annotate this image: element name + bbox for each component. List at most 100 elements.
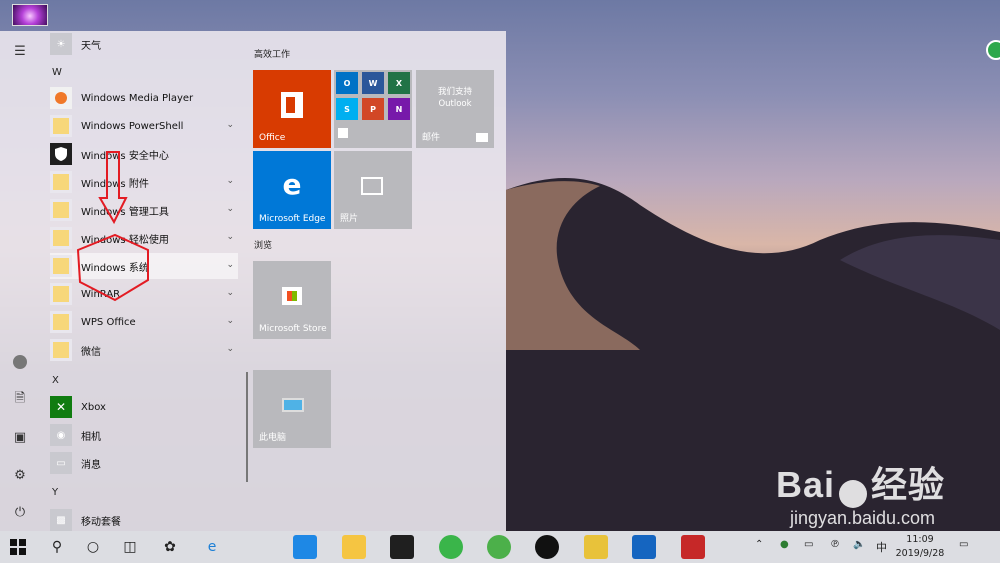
app-windows-ease-of-access[interactable]: Windows 轻松使用 ⌄ [50, 225, 238, 251]
shield-icon [50, 143, 72, 165]
tile-microsoft-edge[interactable]: e Microsoft Edge [253, 151, 331, 229]
app-label: Xbox [81, 401, 106, 413]
mail-promo-line1: 我们支持 [437, 87, 472, 97]
letter-header-w[interactable]: W [52, 67, 62, 78]
system-clock[interactable]: 11:09 2019/9/28 [893, 533, 947, 561]
power-icon[interactable]: ⏻ [10, 502, 30, 522]
tile-office-apps[interactable]: O W X S P N [334, 70, 412, 148]
weather-icon: ☀ [50, 33, 72, 55]
app-label: 消息 [81, 459, 101, 471]
chevron-down-icon: ⌄ [226, 204, 234, 214]
tray-app-icon[interactable]: ● [780, 539, 789, 550]
scrollbar[interactable] [246, 372, 248, 482]
tile-this-pc[interactable]: 此电脑 [253, 370, 331, 448]
tile-microsoft-store[interactable]: Microsoft Store [253, 261, 331, 339]
app-windows-accessories[interactable]: Windows 附件 ⌄ [50, 169, 238, 195]
app-windows-admin-tools[interactable]: Windows 管理工具 ⌄ [50, 197, 238, 223]
wifi-icon[interactable]: ℗ [830, 539, 840, 550]
tile-office[interactable]: Office [253, 70, 331, 148]
app-windows-system[interactable]: Windows 系统 ⌄ [50, 253, 238, 279]
tile-label: Microsoft Store [259, 324, 327, 334]
outlook-icon[interactable]: O [336, 72, 358, 94]
pinwheel-app-icon[interactable]: ✿ [157, 535, 183, 559]
app-wps-office[interactable]: WPS Office ⌄ [50, 309, 238, 335]
pictures-icon[interactable]: ▣ [10, 427, 30, 447]
app-camera[interactable]: ◉ 相机 [50, 422, 238, 448]
computer-icon [282, 398, 304, 412]
onenote-icon[interactable]: N [388, 98, 410, 120]
baidu-watermark: Bai 经验 jingyan.baidu.com [776, 456, 945, 529]
green-browser-icon[interactable] [439, 535, 463, 559]
hamburger-menu-icon[interactable]: ☰ [10, 41, 30, 61]
tile-label: 此电脑 [259, 433, 287, 443]
app-windows-powershell[interactable]: Windows PowerShell ⌄ [50, 113, 238, 139]
app-label: Windows 系统 [81, 262, 149, 274]
red-app-icon[interactable] [681, 535, 705, 559]
watermark-url: jingyan.baidu.com [789, 508, 936, 529]
excel-icon[interactable]: X [388, 72, 410, 94]
cortana-icon[interactable]: ○ [80, 535, 106, 559]
app-windows-security[interactable]: Windows 安全中心 [50, 141, 238, 167]
notifications-icon[interactable]: ▭ [959, 539, 968, 550]
taskbar: ⚲ ○ ◫ ✿ e ⌃ ● ▭ ℗ 🔈 中 11:09 2019/9/28 ▭ [0, 531, 1000, 563]
tile-group-title[interactable]: 浏览 [254, 238, 272, 251]
show-hidden-icons-chevron-icon[interactable]: ⌃ [755, 539, 763, 550]
folder-icon [50, 115, 72, 137]
app-label: Windows 轻松使用 [81, 234, 169, 246]
office-lens-icon[interactable] [338, 128, 348, 138]
app-label: Windows 管理工具 [81, 206, 169, 218]
edge-taskbar-icon[interactable] [293, 535, 317, 559]
start-left-rail: ☰ 🗎 ▣ ⚙ ⏻ [0, 31, 40, 531]
internet-explorer-icon[interactable]: e [199, 535, 225, 559]
media-player-icon [50, 87, 72, 109]
skype-icon[interactable]: S [336, 98, 358, 120]
folder-icon [50, 339, 72, 361]
tile-group-title[interactable]: 高效工作 [254, 47, 290, 60]
app-mobile-plans[interactable]: ▩ 移动套餐 [50, 507, 238, 531]
floating-badge-icon[interactable] [986, 40, 1000, 60]
task-view-icon[interactable]: ◫ [117, 535, 143, 559]
user-account-icon[interactable] [10, 352, 30, 372]
yellow-app-icon[interactable] [584, 535, 608, 559]
camera-icon: ◉ [50, 424, 72, 446]
letter-header-x[interactable]: X [52, 375, 59, 386]
app-wechat[interactable]: 微信 ⌄ [50, 337, 238, 363]
app-label: WinRAR [81, 288, 121, 300]
tile-photos[interactable]: 照片 [334, 151, 412, 229]
tile-mail[interactable]: 我们支持 Outlook 邮件 [416, 70, 494, 148]
settings-gear-icon[interactable]: ⚙ [10, 465, 30, 485]
search-icon[interactable]: ⚲ [44, 535, 70, 559]
documents-icon[interactable]: 🗎 [10, 390, 30, 410]
letter-header-y[interactable]: Y [52, 487, 58, 498]
app-winrar[interactable]: WinRAR ⌄ [50, 281, 238, 307]
paw-icon [838, 480, 867, 509]
store-taskbar-icon[interactable] [390, 535, 414, 559]
word-icon[interactable]: W [362, 72, 384, 94]
folder-icon [50, 283, 72, 305]
qq-icon[interactable] [535, 535, 559, 559]
app-xbox[interactable]: ✕ Xbox [50, 394, 238, 420]
powerpoint-icon[interactable]: P [362, 98, 384, 120]
mobile-plan-icon: ▩ [50, 509, 72, 531]
tile-label: Office [259, 133, 286, 143]
folder-icon [50, 171, 72, 193]
tile-area: 高效工作 Office O W X S P N 我们支持 Outlook 邮件 … [252, 31, 506, 531]
desktop-shortcut-icon[interactable] [12, 4, 48, 26]
folder-icon [50, 311, 72, 333]
file-explorer-icon[interactable] [342, 535, 366, 559]
app-messaging[interactable]: ▭ 消息 [50, 450, 238, 476]
volume-icon[interactable]: 🔈 [853, 539, 865, 550]
input-method-indicator[interactable]: 中 [876, 539, 887, 555]
chevron-down-icon: ⌄ [226, 316, 234, 326]
windows-start-icon[interactable] [5, 535, 31, 559]
battery-icon[interactable]: ▭ [804, 539, 813, 550]
app-list: ☀ 天气 W Windows Media Player Windows Powe… [48, 31, 240, 531]
app-windows-media-player[interactable]: Windows Media Player [50, 85, 238, 111]
chevron-down-icon: ⌄ [226, 260, 234, 270]
folder-icon [50, 227, 72, 249]
blue-app-icon[interactable] [632, 535, 656, 559]
app-weather[interactable]: ☀ 天气 [50, 31, 238, 57]
clock-time: 11:09 [906, 534, 934, 545]
chevron-down-icon: ⌄ [226, 288, 234, 298]
wechat-icon[interactable] [487, 535, 511, 559]
